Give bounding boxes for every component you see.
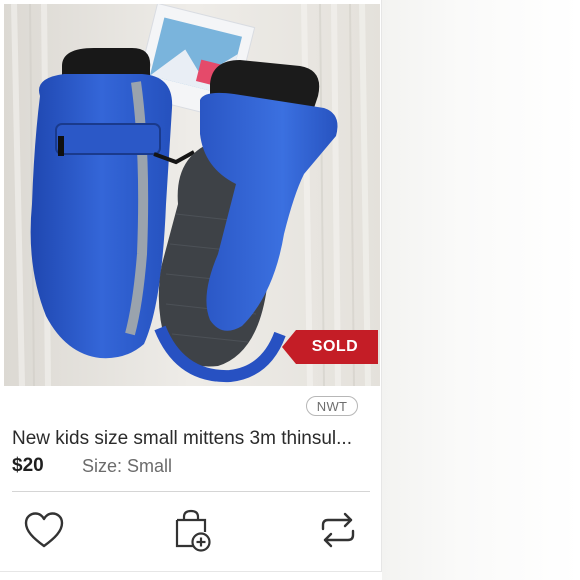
add-to-bag-icon (175, 509, 211, 552)
listing-price: $20 (12, 455, 44, 476)
size-label: Size: (82, 456, 123, 476)
size-info: Size: Small (82, 456, 172, 477)
listing-title[interactable]: New kids size small mittens 3m thinsul..… (12, 428, 372, 450)
condition-badge: NWT (306, 396, 358, 416)
background-panel (382, 0, 580, 580)
add-to-bag-button[interactable] (170, 508, 214, 552)
size-value: Small (127, 456, 173, 476)
like-button[interactable] (22, 508, 66, 552)
listing-photo[interactable]: SOLD (4, 4, 380, 386)
heart-icon (24, 512, 64, 548)
share-button[interactable] (316, 508, 360, 552)
sold-tag: SOLD (282, 330, 378, 364)
listing-card[interactable]: SOLD NWT New kids size small mittens 3m … (0, 0, 382, 572)
divider (12, 491, 370, 492)
share-icon (321, 512, 355, 548)
screen: SOLD NWT New kids size small mittens 3m … (0, 0, 580, 580)
